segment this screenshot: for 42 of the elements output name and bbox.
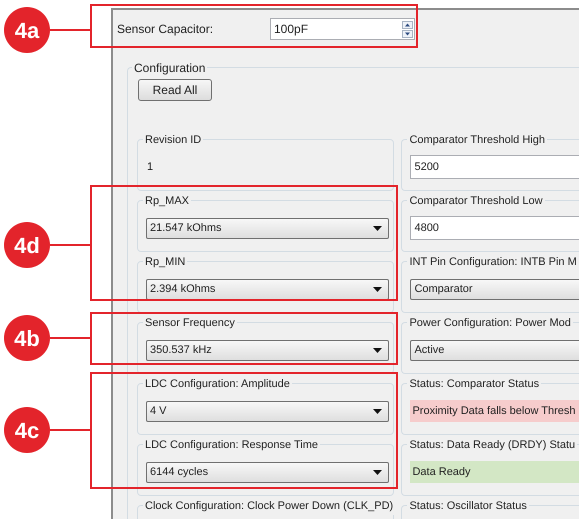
- dropdown[interactable]: Active: [410, 340, 579, 361]
- group-title: Status: Comparator Status: [407, 376, 542, 392]
- callout-badge: 4b: [4, 315, 50, 361]
- dropdown[interactable]: 350.537 kHz: [146, 340, 389, 361]
- caret-icon: [373, 409, 382, 414]
- group-title: Sensor Frequency: [143, 315, 237, 332]
- group-title: Comparator Threshold Low: [407, 193, 545, 210]
- value-text: 1: [147, 160, 154, 175]
- caret-icon: [373, 226, 382, 231]
- input-field[interactable]: 5200: [410, 155, 579, 179]
- callout-badge: 4a: [4, 7, 50, 53]
- callout-badge: 4d: [4, 222, 50, 268]
- dropdown[interactable]: 4 V: [146, 401, 389, 422]
- read-all-button[interactable]: Read All: [138, 79, 212, 101]
- group-title: LDC Configuration: Amplitude: [143, 376, 292, 392]
- group-title: LDC Configuration: Response Time: [143, 437, 320, 454]
- leader-line: [50, 337, 90, 339]
- callout-badge: 4c: [4, 407, 50, 453]
- dropdown[interactable]: 6144 cycles: [146, 462, 389, 483]
- caret-icon: [373, 287, 382, 292]
- spin-down-icon[interactable]: [402, 30, 413, 38]
- leader-line: [50, 429, 90, 431]
- caret-icon: [373, 470, 382, 475]
- dropdown[interactable]: 21.547 kOhms: [146, 218, 389, 239]
- group-title: Status: Data Ready (DRDY) Statu: [407, 437, 578, 454]
- spin-field[interactable]: 100pF: [270, 18, 415, 40]
- group-title: Comparator Threshold High: [407, 132, 547, 148]
- status-field: Proximity Data falls below Thresh: [410, 400, 579, 422]
- dropdown[interactable]: Comparator: [410, 279, 579, 300]
- group-title: Clock Configuration: Clock Power Down (CLK_PD): [143, 498, 396, 514]
- group-title: Rp_MIN: [143, 254, 188, 270]
- group-title: Rp_MAX: [143, 193, 192, 210]
- group-title: Power Configuration: Power Mod: [407, 315, 573, 332]
- leader-line: [50, 29, 90, 31]
- field-label: Sensor Capacitor:: [117, 21, 214, 38]
- group-title: INT Pin Configuration: INTB Pin M: [407, 254, 579, 270]
- input-field[interactable]: 4800: [410, 216, 579, 240]
- spin-up-icon[interactable]: [402, 20, 413, 28]
- leader-line: [50, 244, 90, 246]
- dropdown[interactable]: 2.394 kOhms: [146, 279, 389, 300]
- status-field: Data Ready: [410, 461, 579, 483]
- caret-icon: [373, 348, 382, 353]
